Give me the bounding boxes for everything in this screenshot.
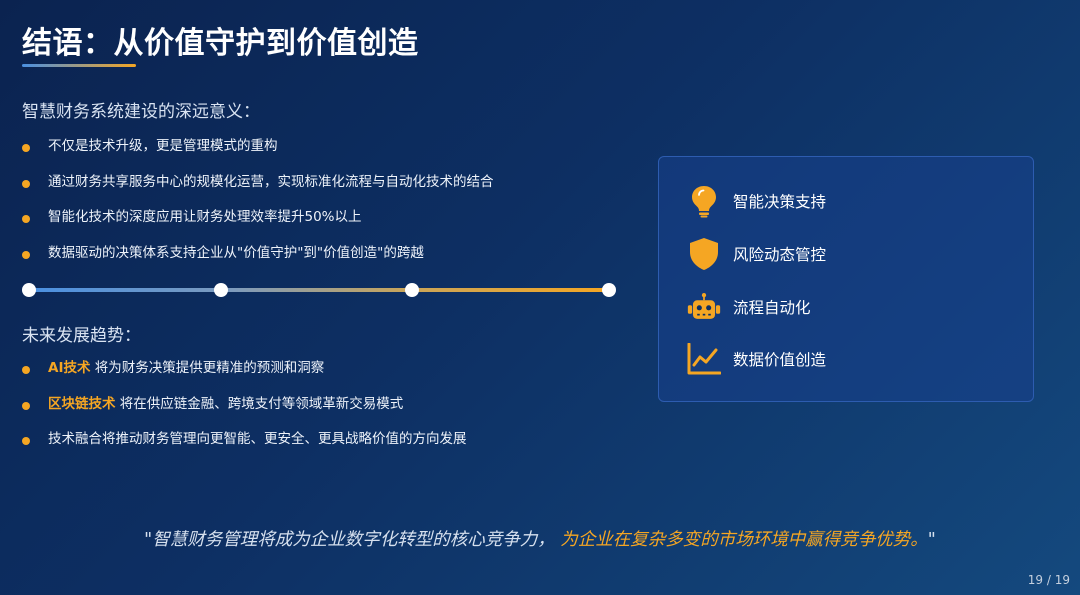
- bullet-dot: [22, 215, 30, 223]
- timeline-divider: [22, 281, 616, 299]
- card-item-risk-control: 风险动态管控: [687, 236, 826, 272]
- robot-icon: [687, 290, 721, 324]
- bullet-dot: [22, 250, 30, 259]
- timeline-node: [602, 283, 616, 297]
- card-item-label: 数据价值创造: [733, 351, 827, 369]
- shield-icon: [687, 237, 721, 271]
- timeline-line: [29, 288, 609, 292]
- card-item-label: 流程自动化: [733, 299, 811, 317]
- list-item: 区块链技术 将在供应链金融、跨境支付等领域革新交易模式: [22, 395, 467, 431]
- line-chart-icon: [687, 342, 721, 376]
- list-item: 智能化技术的深度应用让财务处理效率提升50%以上: [22, 208, 494, 244]
- page-number: 19 / 19: [1027, 573, 1070, 587]
- timeline-node: [405, 283, 419, 297]
- lightbulb-icon: [687, 184, 721, 218]
- value-card: 智能决策支持 风险动态管控 流程自动化 数据价值创造: [658, 156, 1034, 402]
- timeline-node: [214, 283, 228, 297]
- quote-end-mark: ": [927, 530, 936, 550]
- list-item-text: 智能化技术的深度应用让财务处理效率提升50%以上: [48, 209, 362, 225]
- closing-quote: "智慧财务管理将成为企业数字化转型的核心竞争力， 为企业在复杂多变的市场环境中赢…: [140, 527, 940, 553]
- bullet-dot: [22, 401, 30, 410]
- bullet-dot: [22, 144, 30, 152]
- list-item-text: 将为财务决策提供更精准的预测和洞察: [90, 360, 325, 376]
- title-underline: [22, 64, 136, 67]
- bullet-dot: [22, 437, 30, 445]
- card-item-label: 风险动态管控: [733, 246, 827, 264]
- list-item: 通过财务共享服务中心的规模化运营，实现标准化流程与自动化技术的结合: [22, 173, 494, 209]
- section-heading-trends: 未来发展趋势：: [22, 326, 141, 346]
- list-item: 技术融合将推动财务管理向更智能、更安全、更具战略价值的方向发展: [22, 430, 467, 466]
- list-item-text: 将在供应链金融、跨境支付等领域革新交易模式: [115, 395, 404, 412]
- list-item-text: 数据驱动的决策体系支持企业从"价值守护"到"价值创造"的跨越: [48, 244, 424, 261]
- quote-text: "智慧财务管理将成为企业数字化转型的核心竞争力，: [144, 530, 555, 550]
- list-item-text: 技术融合将推动财务管理向更智能、更安全、更具战略价值的方向发展: [48, 431, 467, 447]
- list-item: AI技术 将为财务决策提供更精准的预测和洞察: [22, 359, 467, 395]
- list-item-highlight: AI技术: [48, 360, 91, 376]
- timeline-node: [22, 283, 36, 297]
- section-heading-significance: 智慧财务系统建设的深远意义：: [22, 102, 260, 122]
- list-item-highlight: 区块链技术: [48, 395, 116, 412]
- card-item-decision-support: 智能决策支持: [687, 183, 826, 219]
- list-item: 数据驱动的决策体系支持企业从"价值守护"到"价值创造"的跨越: [22, 244, 494, 280]
- quote-highlight: 为企业在复杂多变的市场环境中赢得竞争优势。: [560, 530, 928, 550]
- card-item-label: 智能决策支持: [733, 193, 827, 211]
- bullet-dot: [22, 366, 30, 374]
- list-item-text: 通过财务共享服务中心的规模化运营，实现标准化流程与自动化技术的结合: [48, 173, 494, 190]
- trends-list: AI技术 将为财务决策提供更精准的预测和洞察 区块链技术 将在供应链金融、跨境支…: [22, 359, 467, 466]
- bullet-dot: [22, 179, 30, 188]
- card-item-data-value: 数据价值创造: [687, 341, 826, 377]
- slide-title: 结语：从价值守护到价值创造: [22, 26, 419, 61]
- card-item-automation: 流程自动化: [687, 289, 811, 325]
- list-item-text: 不仅是技术升级，更是管理模式的重构: [48, 138, 278, 154]
- significance-list: 不仅是技术升级，更是管理模式的重构 通过财务共享服务中心的规模化运营，实现标准化…: [22, 137, 494, 279]
- list-item: 不仅是技术升级，更是管理模式的重构: [22, 137, 494, 173]
